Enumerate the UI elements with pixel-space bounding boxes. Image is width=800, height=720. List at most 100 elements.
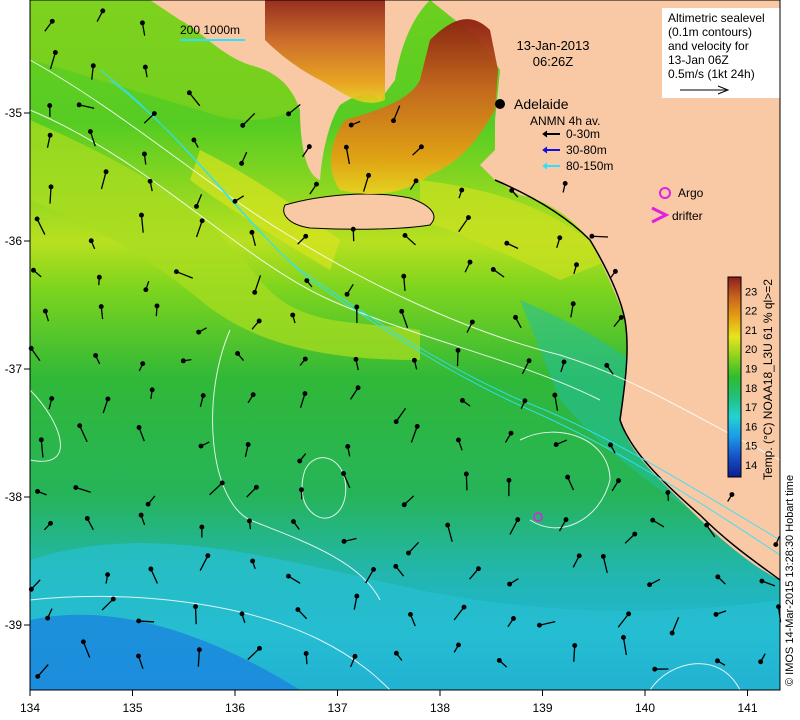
- velocity-arrowhead: [93, 353, 99, 358]
- altimetry-line-1: Altimetric sealevel: [668, 11, 765, 25]
- velocity-arrowhead: [729, 492, 735, 497]
- velocity-arrowhead: [84, 515, 90, 521]
- x-tick-label: 140: [635, 701, 655, 715]
- velocity-arrowhead: [80, 639, 86, 645]
- velocity-arrowhead: [504, 240, 510, 246]
- velocity-arrowhead: [511, 616, 516, 621]
- velocity-arrowhead: [154, 303, 160, 309]
- velocity-arrowhead: [574, 262, 579, 268]
- velocity-arrowhead: [399, 308, 405, 314]
- velocity-arrowhead: [621, 634, 626, 640]
- velocity-arrowhead: [136, 425, 142, 430]
- velocity-arrowhead: [600, 553, 606, 559]
- velocity-arrowhead: [350, 226, 356, 232]
- velocity-arrowhead: [73, 485, 79, 490]
- x-axis: 134 135 136 137 138 139 140 141: [20, 690, 758, 715]
- velocity-arrowhead: [252, 289, 258, 295]
- velocity-arrowhead: [88, 238, 94, 244]
- velocity-arrowhead: [562, 180, 568, 186]
- velocity-arrowhead: [413, 178, 419, 184]
- velocity-arrowhead: [31, 267, 36, 273]
- city-label: Adelaide: [514, 96, 569, 112]
- velocity-arrowhead: [341, 471, 347, 476]
- velocity-arrowhead: [302, 391, 308, 397]
- y-tick-label: -38: [5, 490, 23, 504]
- velocity-arrowhead: [49, 18, 55, 24]
- anmn-label-0: 0-30m: [566, 127, 600, 141]
- velocity-arrowhead: [353, 356, 359, 362]
- velocity-arrowhead: [759, 578, 765, 584]
- credit-text: © IMOS 14-Mar-2015 13:28:30 Hobart time: [784, 475, 796, 686]
- x-tick-label: 138: [430, 701, 450, 715]
- velocity-arrowhead: [418, 144, 424, 150]
- velocity-arrowhead: [713, 611, 719, 617]
- velocity-arrowhead: [445, 522, 451, 528]
- velocity-arrowhead: [343, 144, 349, 150]
- velocity-arrowhead: [142, 64, 148, 70]
- x-tick-label: 137: [327, 701, 347, 715]
- velocity-arrowhead: [572, 643, 578, 648]
- velocity-arrowhead: [96, 274, 102, 280]
- x-tick-label: 139: [532, 701, 552, 715]
- velocity-arrowhead: [45, 615, 51, 621]
- velocity-arrowhead: [758, 659, 764, 665]
- velocity-arrowhead: [466, 215, 471, 221]
- map-date: 13-Jan-2013: [517, 38, 590, 53]
- velocity-arrowhead: [256, 318, 262, 324]
- y-tick-label: -39: [5, 618, 23, 632]
- bathymetry-legend-label: 200 1000m: [180, 23, 240, 37]
- velocity-arrowhead: [249, 229, 255, 235]
- colorbar-tick-label: 17: [745, 402, 757, 414]
- velocity-arrowhead: [589, 233, 595, 239]
- velocity-arrowhead: [467, 259, 473, 265]
- velocity-arrowhead: [463, 471, 469, 477]
- velocity-arrowhead: [48, 184, 54, 190]
- velocity-arrowhead: [563, 517, 569, 523]
- velocity-arrowhead: [490, 267, 496, 272]
- velocity-arrowhead: [139, 20, 145, 26]
- velocity-arrowhead: [250, 558, 256, 564]
- velocity-arrowhead: [618, 314, 624, 320]
- velocity-arrowhead: [456, 437, 461, 443]
- velocity-arrowhead: [286, 111, 292, 117]
- velocity-arrowhead: [87, 129, 93, 135]
- velocity-arrowhead: [110, 596, 116, 602]
- velocity-arrowhead: [576, 553, 582, 559]
- velocity-arrowhead: [314, 181, 319, 187]
- velocity-arrowhead: [250, 392, 256, 398]
- velocity-arrowhead: [665, 490, 671, 495]
- velocity-arrowhead: [459, 187, 465, 193]
- velocity-arrowhead: [149, 387, 155, 393]
- velocity-arrowhead: [393, 563, 399, 569]
- velocity-arrowhead: [515, 517, 521, 523]
- altimetry-line-4: 13-Jan 06Z: [668, 53, 729, 67]
- velocity-arrowhead: [47, 103, 53, 109]
- y-tick-label: -35: [5, 106, 23, 120]
- velocity-arrowhead: [652, 666, 658, 672]
- velocity-arrowhead: [714, 658, 720, 664]
- velocity-arrowhead: [508, 430, 514, 436]
- velocity-arrowhead: [455, 347, 461, 353]
- velocity-arrowhead: [371, 566, 376, 572]
- velocity-arrowhead: [47, 132, 53, 138]
- velocity-arrowhead: [506, 477, 512, 483]
- map-time: 06:26Z: [533, 54, 574, 69]
- velocity-arrowhead: [354, 593, 360, 599]
- velocity-arrowhead: [522, 398, 528, 404]
- velocity-arrowhead: [100, 8, 106, 14]
- velocity-arrowhead: [704, 522, 710, 528]
- velocity-arrowhead: [196, 647, 202, 653]
- velocity-arrowhead: [48, 520, 53, 526]
- colorbar-tick-label: 15: [745, 441, 757, 453]
- velocity-arrowhead: [196, 329, 202, 335]
- velocity-arrowhead: [669, 630, 675, 636]
- velocity-arrowhead: [507, 581, 513, 587]
- drifter-label: drifter: [672, 209, 703, 223]
- velocity-arrowhead: [200, 393, 206, 399]
- x-tick-label: 136: [225, 701, 245, 715]
- velocity-arrowhead: [306, 144, 312, 150]
- velocity-arrowhead: [513, 314, 518, 320]
- velocity-arrowhead: [604, 362, 610, 368]
- colorbar-tick-label: 18: [745, 383, 757, 395]
- velocity-arrowhead: [49, 396, 55, 401]
